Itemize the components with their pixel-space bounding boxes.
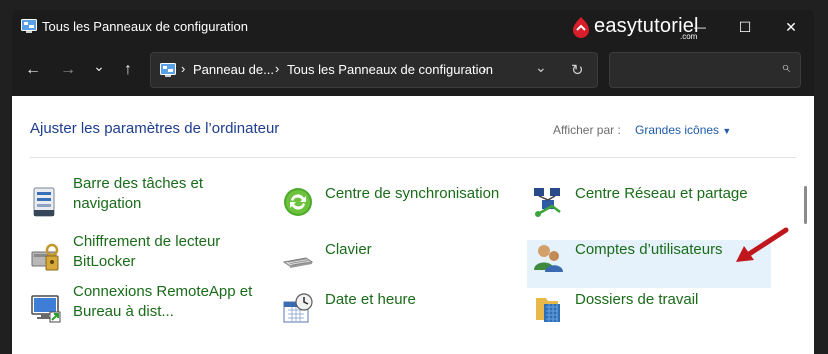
scrollbar-thumb[interactable] bbox=[804, 186, 807, 224]
control-panel-window: Tous les Panneaux de configuration easyt… bbox=[12, 10, 814, 354]
control-panel-icon bbox=[21, 19, 37, 33]
forward-button[interactable]: → bbox=[56, 58, 80, 82]
address-bar[interactable]: › Panneau de... › Tous les Panneaux de c… bbox=[150, 52, 598, 88]
view-by-label: Afficher par : bbox=[553, 123, 621, 137]
keyboard-icon bbox=[282, 257, 314, 268]
view-by-dropdown[interactable]: Grandes icônes ▼ bbox=[635, 123, 731, 137]
breadcrumb-separator: › bbox=[181, 61, 186, 76]
item-label: Dossiers de travail bbox=[575, 291, 699, 308]
address-dropdown-button[interactable]: ⌄ bbox=[535, 59, 547, 76]
item-label: Bureau à dist... bbox=[73, 303, 174, 320]
user-accounts-icon bbox=[534, 245, 563, 272]
work-folders-icon bbox=[536, 298, 560, 322]
brand-logo-icon bbox=[573, 17, 589, 38]
network-sharing-icon bbox=[534, 188, 561, 217]
date-time-icon bbox=[283, 293, 313, 323]
maximize-button[interactable]: ☐ bbox=[722, 10, 768, 44]
item-label: Connexions RemoteApp et bbox=[73, 283, 253, 300]
navigation-bar: ← → ⌄ ↑ › Panneau de... › Tous les Panne… bbox=[12, 44, 814, 96]
item-label: BitLocker bbox=[73, 253, 136, 270]
back-arrow-icon: ← bbox=[25, 61, 41, 78]
annotation-arrow-icon bbox=[736, 227, 789, 262]
item-label: Centre Réseau et partage bbox=[575, 185, 748, 202]
item-label: Chiffrement de lecteur bbox=[73, 233, 221, 250]
title-bar: Tous les Panneaux de configuration easyt… bbox=[12, 10, 814, 44]
item-label: navigation bbox=[73, 195, 142, 212]
breadcrumb-item[interactable]: Panneau de... bbox=[193, 62, 274, 77]
sync-center-icon bbox=[284, 188, 312, 216]
item-label: Clavier bbox=[325, 241, 372, 258]
search-input[interactable]: ⌕ bbox=[609, 52, 801, 88]
page-heading: Ajuster les paramètres de l’ordinateur bbox=[30, 120, 280, 137]
content-pane: Ajuster les paramètres de l’ordinateur A… bbox=[12, 96, 814, 354]
item-label: Centre de synchronisation bbox=[325, 185, 500, 202]
breadcrumb-item[interactable]: Tous les Panneaux de configuration bbox=[287, 62, 493, 77]
item-label: Date et heure bbox=[325, 291, 416, 308]
up-button[interactable]: ↑ bbox=[116, 58, 140, 82]
back-button[interactable]: ← bbox=[21, 58, 45, 82]
refresh-button[interactable]: ↻ bbox=[571, 61, 584, 79]
chevron-down-icon: ⌄ bbox=[93, 57, 105, 74]
forward-arrow-icon: → bbox=[60, 61, 76, 78]
taskbar-icon bbox=[33, 187, 55, 217]
recent-locations-button[interactable]: ⌄ bbox=[87, 54, 111, 78]
item-label: Comptes d’utilisateurs bbox=[575, 241, 723, 258]
control-panel-icon bbox=[160, 63, 176, 77]
divider bbox=[30, 157, 796, 158]
up-arrow-icon: ↑ bbox=[124, 61, 132, 78]
close-button[interactable]: ✕ bbox=[768, 10, 814, 44]
dropdown-triangle-icon: ▼ bbox=[722, 126, 732, 136]
window-title: Tous les Panneaux de configuration bbox=[42, 19, 248, 34]
minimize-button[interactable]: — bbox=[677, 10, 723, 44]
bitlocker-icon bbox=[31, 243, 59, 271]
item-label: Barre des tâches et bbox=[73, 175, 204, 192]
breadcrumb-separator: › bbox=[275, 61, 280, 76]
remoteapp-icon bbox=[31, 295, 61, 323]
breadcrumb-separator: › bbox=[482, 61, 487, 76]
search-icon[interactable]: ⌕ bbox=[781, 59, 790, 77]
